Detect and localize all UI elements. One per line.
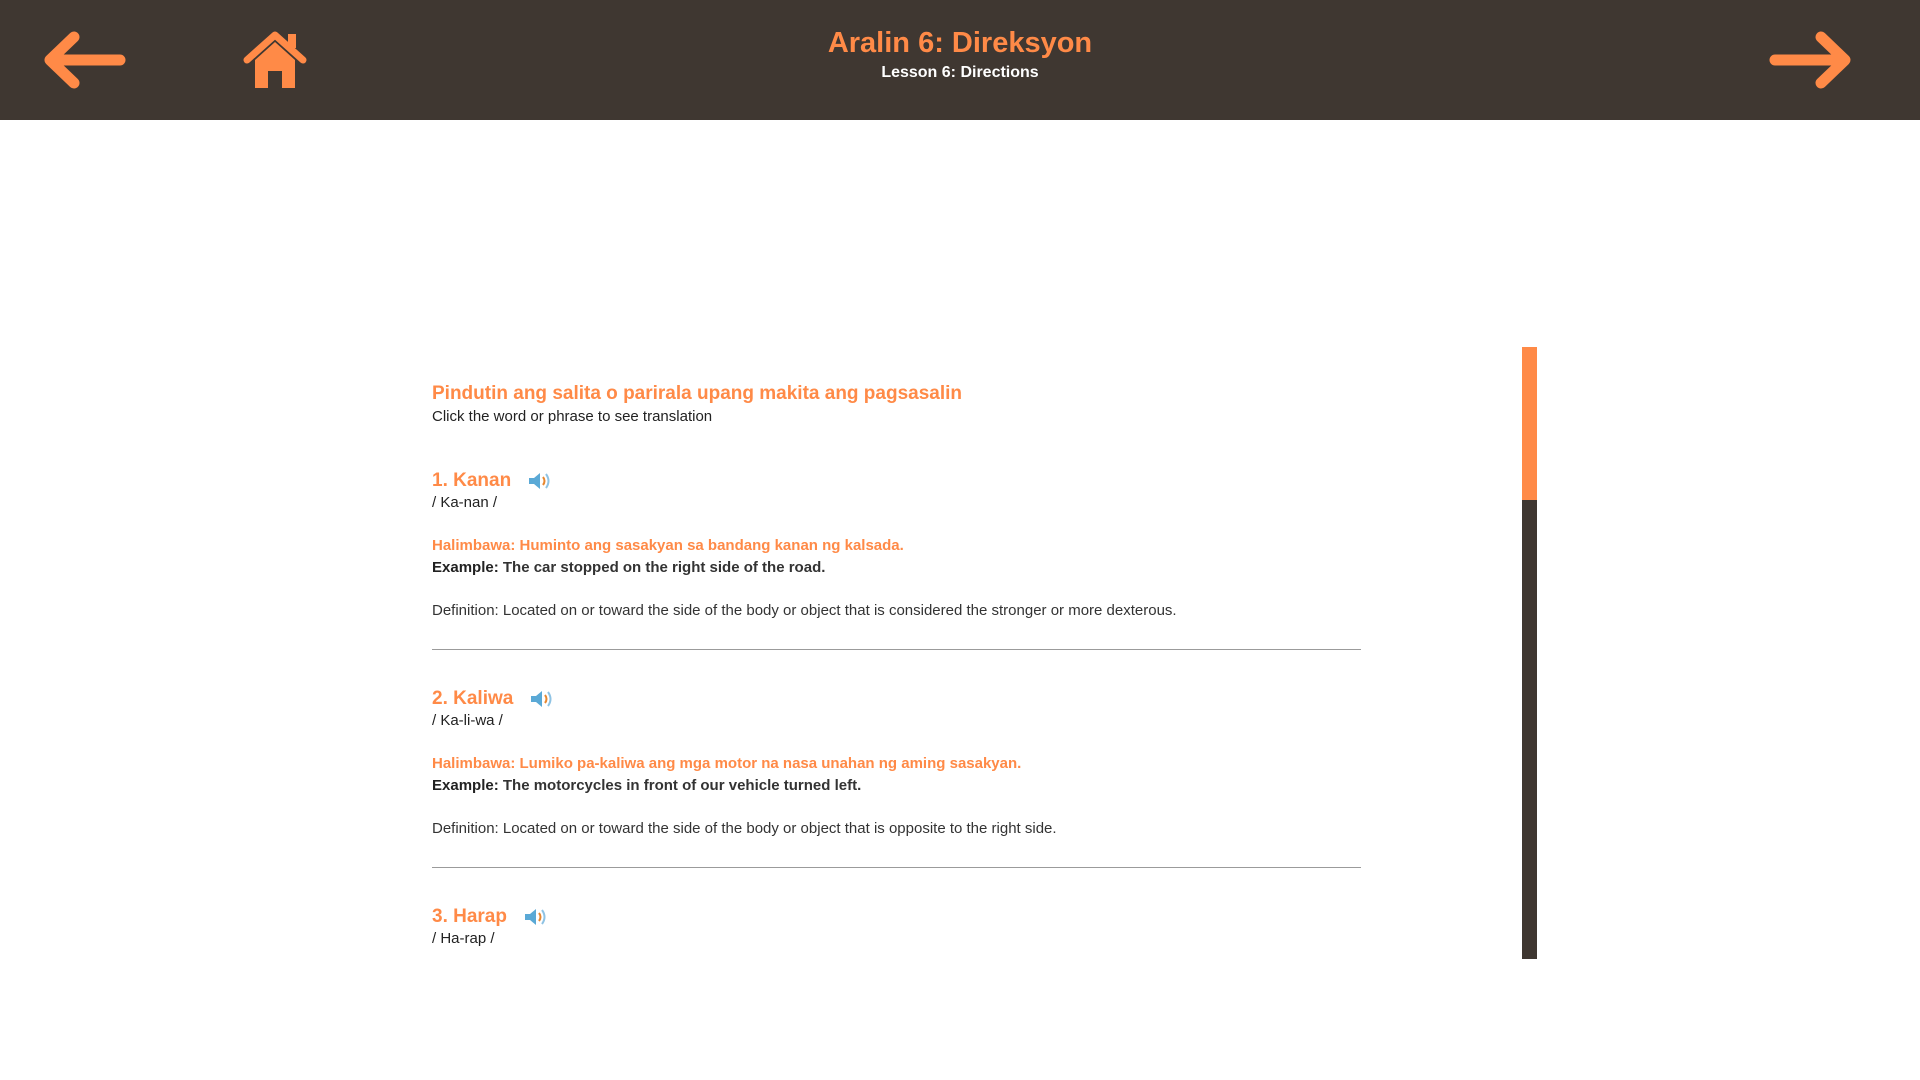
example-filipino[interactable]: Halimbawa: Lumiko pa-kaliwa ang mga moto… (432, 755, 1021, 772)
instructions-title: Pindutin ang salita o parirala upang mak… (432, 383, 963, 404)
arrow-left-icon (44, 31, 126, 89)
header-text: Aralin 6: Direksyon Lesson 6: Directions (560, 24, 1360, 84)
back-button[interactable] (38, 26, 128, 94)
vocab-word[interactable]: 2. Kaliwa (432, 688, 513, 710)
vocab-word[interactable]: 3. Harap (432, 906, 507, 928)
example-label: Example: (432, 777, 499, 794)
vocab-word[interactable]: 1. Kanan (432, 470, 511, 492)
header-bar: Aralin 6: Direksyon Lesson 6: Directions (0, 0, 1920, 120)
speaker-icon[interactable] (529, 689, 553, 709)
definition: Definition: Located on or toward the sid… (432, 602, 1177, 619)
definition: Definition: Located on or toward the sid… (432, 820, 1057, 837)
example-label: Example: (432, 559, 499, 576)
example-english: Example: The motorcycles in front of our… (432, 777, 861, 794)
lesson-content: Pindutin ang salita o parirala upang mak… (432, 347, 1362, 959)
pronunciation: / Ka-nan / (432, 494, 498, 511)
divider (432, 867, 1361, 868)
example-filipino[interactable]: Halimbawa: Huminto ang sasakyan sa banda… (432, 537, 904, 554)
home-icon (243, 31, 307, 88)
entry-heading: 1. Kanan (432, 470, 551, 492)
speaker-icon[interactable] (527, 471, 551, 491)
pronunciation: / Ha-rap / (432, 930, 495, 947)
entry-heading: 2. Kaliwa (432, 688, 553, 710)
instructions-subtitle: Click the word or phrase to see translat… (432, 408, 713, 425)
lesson-subtitle: Lesson 6: Directions (881, 64, 1039, 81)
pronunciation: / Ka-li-wa / (432, 712, 503, 729)
example-english-text: The car stopped on the right side of the… (502, 559, 826, 576)
next-button[interactable] (1767, 26, 1857, 94)
scrollbar-track[interactable] (1522, 347, 1537, 959)
example-english: Example: The car stopped on the right si… (432, 559, 825, 576)
scrollbar-thumb[interactable] (1522, 347, 1537, 500)
lesson-title: Aralin 6: Direksyon (827, 27, 1093, 59)
entry-heading: 3. Harap (432, 906, 547, 928)
home-button[interactable] (230, 26, 320, 94)
speaker-icon[interactable] (523, 907, 547, 927)
arrow-right-icon (1769, 31, 1851, 89)
divider (432, 649, 1361, 650)
example-english-text: The motorcycles in front of our vehicle … (502, 777, 862, 794)
